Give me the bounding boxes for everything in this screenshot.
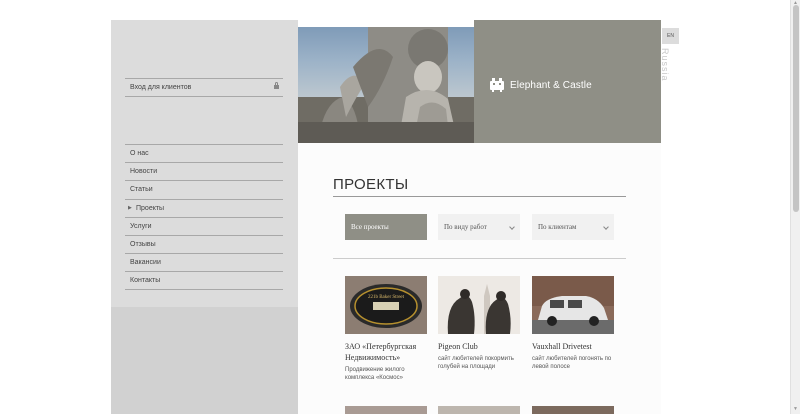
filter-by-work-type[interactable]: По виду работ: [438, 214, 520, 240]
nav-item-reviews[interactable]: Отзывы: [125, 234, 283, 253]
project-thumbnail[interactable]: [438, 276, 520, 334]
elephant-logo-icon: [490, 78, 504, 92]
brand-block[interactable]: Elephant & Castle: [474, 20, 661, 149]
project-name[interactable]: Pigeon Club: [438, 341, 520, 352]
region-label: Russia: [660, 48, 670, 82]
project-name[interactable]: ЗАО «Петербургская Недвижимость»: [345, 341, 427, 363]
project-description: сайт любителей покормить голубей на площ…: [438, 356, 514, 370]
sidebar-bottom: [111, 307, 298, 414]
nav-item-vacancies[interactable]: Вакансии: [125, 253, 283, 271]
nav-item-news[interactable]: Новости: [125, 162, 283, 180]
project-description: сайт любителей погонять по левой полосе: [532, 356, 612, 370]
page: Вход для клиентов О нас Новости Статьи ▶…: [0, 0, 800, 414]
header-statue-photo: [298, 27, 474, 143]
project-name[interactable]: Vauxhall Drivetest: [532, 341, 614, 352]
lock-icon: [274, 82, 279, 90]
project-thumbnail-next[interactable]: [345, 406, 427, 414]
project-card[interactable]: 221b Baker Street ЗАО «Петербургская Нед…: [345, 276, 427, 382]
chevron-down-icon: [509, 224, 515, 230]
main-nav: О нас Новости Статьи ▶ Проекты Услуги Отз…: [125, 144, 283, 290]
nav-item-contacts[interactable]: Контакты: [125, 271, 283, 290]
page-title: ПРОЕКТЫ: [333, 176, 409, 193]
client-login-label: Вход для клиентов: [130, 84, 192, 91]
scrollbar-thumb[interactable]: [793, 5, 799, 212]
brand-name: Elephant & Castle: [510, 80, 592, 91]
language-switch-en[interactable]: EN: [662, 28, 679, 44]
page-scrollbar[interactable]: ▲ ▼: [790, 0, 800, 414]
active-arrow-icon: ▶: [128, 204, 132, 211]
sidebar: Вход для клиентов О нас Новости Статьи ▶…: [111, 20, 298, 414]
filters-divider: [333, 258, 626, 259]
scroll-down-icon[interactable]: ▼: [793, 406, 798, 412]
plaque-text: 221b Baker Street: [368, 295, 405, 300]
project-card[interactable]: Vauxhall Drivetest сайт любителей погоня…: [532, 276, 614, 371]
project-thumbnail[interactable]: [532, 276, 614, 334]
nav-item-services[interactable]: Услуги: [125, 216, 283, 235]
project-card[interactable]: Pigeon Club сайт любителей покормить гол…: [438, 276, 520, 371]
filter-all-projects[interactable]: Все проекты: [345, 214, 427, 240]
client-login-link[interactable]: Вход для клиентов: [125, 78, 283, 97]
chevron-down-icon: [603, 224, 609, 230]
nav-item-articles[interactable]: Статьи: [125, 180, 283, 198]
nav-item-about[interactable]: О нас: [125, 144, 283, 162]
project-thumbnail-next[interactable]: [438, 406, 520, 414]
project-description: Продвижение жилого комплекса «Космос»: [345, 367, 405, 381]
nav-item-projects[interactable]: ▶ Проекты: [125, 198, 283, 217]
project-thumbnail[interactable]: 221b Baker Street: [345, 276, 427, 334]
project-thumbnail-next[interactable]: [532, 406, 614, 414]
title-divider: [333, 196, 626, 197]
filter-by-client[interactable]: По клиентам: [532, 214, 614, 240]
